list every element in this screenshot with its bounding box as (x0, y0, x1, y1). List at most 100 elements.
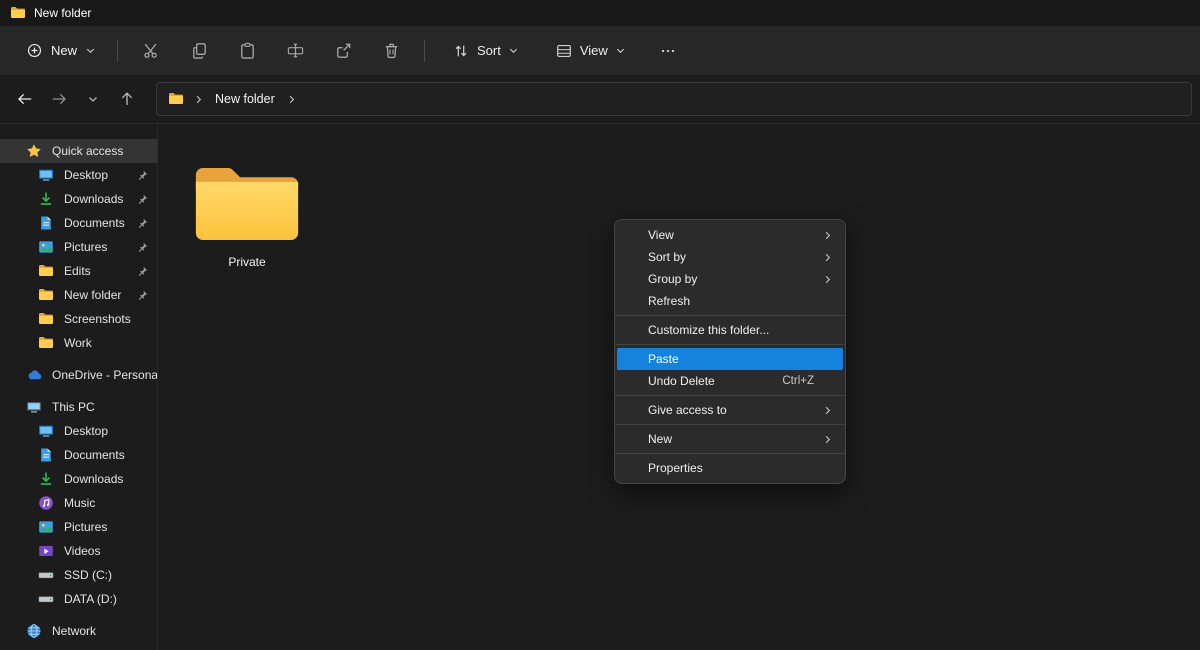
menu-item-label: Refresh (648, 294, 690, 308)
menu-item-customize-folder[interactable]: Customize this folder... (615, 319, 845, 341)
document-icon (38, 447, 54, 463)
share-icon (334, 41, 353, 60)
sidebar-item-documents-pinned[interactable]: Documents (0, 211, 157, 235)
forward-icon (50, 90, 68, 108)
menu-separator (615, 315, 845, 316)
sidebar-item-desktop-pinned[interactable]: Desktop (0, 163, 157, 187)
menu-item-label: Group by (648, 272, 697, 286)
sidebar-item-videos[interactable]: Videos (0, 539, 157, 563)
breadcrumb-folder-icon (168, 91, 184, 107)
pc-icon (26, 399, 42, 415)
sidebar-item-downloads-pinned[interactable]: Downloads (0, 187, 157, 211)
menu-item-label: Sort by (648, 250, 686, 264)
back-button[interactable] (10, 84, 40, 114)
new-button[interactable]: New (14, 34, 108, 67)
sidebar-item-quick-access[interactable]: Quick access (0, 139, 157, 163)
see-more-icon (659, 42, 677, 60)
copy-button[interactable] (179, 33, 219, 69)
paste-icon (238, 41, 257, 60)
delete-button[interactable] (371, 33, 411, 69)
delete-icon (382, 41, 401, 60)
download-icon (38, 471, 54, 487)
network-icon (26, 623, 42, 639)
breadcrumb-segment[interactable]: New folder (213, 90, 277, 108)
menu-separator (615, 395, 845, 396)
recent-locations-button[interactable] (78, 84, 108, 114)
window-folder-icon (10, 5, 26, 21)
chevron-right-icon (822, 230, 833, 241)
sidebar-item-screenshots[interactable]: Screenshots (0, 307, 157, 331)
menu-item-new[interactable]: New (615, 428, 845, 450)
see-more-button[interactable] (648, 33, 688, 69)
menu-item-label: Customize this folder... (648, 323, 769, 337)
view-icon (555, 42, 573, 60)
drive-icon (38, 567, 54, 583)
menu-item-give-access-to[interactable]: Give access to (615, 399, 845, 421)
pin-icon (137, 218, 148, 229)
sidebar-item-music[interactable]: Music (0, 491, 157, 515)
sidebar-item-pc-pictures[interactable]: Pictures (0, 515, 157, 539)
sidebar-item-new-folder-pinned[interactable]: New folder (0, 283, 157, 307)
chevron-right-icon (193, 94, 204, 105)
sidebar-item-onedrive[interactable]: OneDrive - Personal (0, 363, 157, 387)
pin-icon (137, 170, 148, 181)
sidebar-item-pc-documents[interactable]: Documents (0, 443, 157, 467)
cut-icon (142, 41, 161, 60)
chevron-right-icon (822, 434, 833, 445)
back-icon (16, 90, 34, 108)
sidebar-item-drive-c[interactable]: SSD (C:) (0, 563, 157, 587)
pin-icon (137, 242, 148, 253)
menu-item-group-by[interactable]: Group by (615, 268, 845, 290)
pin-icon (137, 194, 148, 205)
monitor-icon (38, 423, 54, 439)
address-bar[interactable]: New folder (156, 82, 1192, 116)
sidebar-item-work[interactable]: Work (0, 331, 157, 355)
paste-button[interactable] (227, 33, 267, 69)
command-bar: New Sort View (0, 26, 1200, 75)
chevron-down-icon (85, 45, 96, 56)
sidebar-item-drive-d[interactable]: DATA (D:) (0, 587, 157, 611)
menu-item-undo-delete[interactable]: Undo Delete Ctrl+Z (615, 370, 845, 392)
drive-icon (38, 591, 54, 607)
menu-item-sort-by[interactable]: Sort by (615, 246, 845, 268)
sidebar-item-pc-desktop[interactable]: Desktop (0, 419, 157, 443)
share-button[interactable] (323, 33, 363, 69)
sort-button[interactable]: Sort (441, 34, 530, 68)
chevron-down-icon (87, 93, 99, 105)
file-explorer-window: New folder New Sort (0, 0, 1200, 650)
picture-icon (38, 239, 54, 255)
chevron-right-icon (822, 252, 833, 263)
sidebar-item-network[interactable]: Network (0, 619, 157, 643)
chevron-right-icon (822, 405, 833, 416)
folder-icon-large (190, 161, 304, 247)
sidebar-item-this-pc[interactable]: This PC (0, 395, 157, 419)
menu-item-properties[interactable]: Properties (615, 457, 845, 479)
rename-button[interactable] (275, 33, 315, 69)
menu-item-view[interactable]: View (615, 224, 845, 246)
menu-item-label: New (648, 432, 672, 446)
sidebar-item-pictures-pinned[interactable]: Pictures (0, 235, 157, 259)
picture-icon (38, 519, 54, 535)
sidebar-item-edits-pinned[interactable]: Edits (0, 259, 157, 283)
chevron-down-icon (508, 45, 519, 56)
chevron-right-icon (822, 274, 833, 285)
cut-button[interactable] (131, 33, 171, 69)
plus-circle-icon (26, 42, 43, 59)
toolbar-separator (424, 40, 425, 62)
folder-icon (38, 335, 54, 351)
forward-button[interactable] (44, 84, 74, 114)
menu-separator (615, 453, 845, 454)
view-button[interactable]: View (544, 34, 637, 68)
rename-icon (286, 41, 305, 60)
menu-item-refresh[interactable]: Refresh (615, 290, 845, 312)
up-button[interactable] (112, 84, 142, 114)
folder-icon (38, 287, 54, 303)
sidebar-item-pc-downloads[interactable]: Downloads (0, 467, 157, 491)
star-icon (26, 143, 42, 159)
toolbar-separator (117, 40, 118, 62)
navigation-bar: New folder (0, 75, 1200, 124)
menu-item-paste[interactable]: Paste (617, 348, 843, 370)
sidebar: Quick access Desktop Downloads Documents… (0, 125, 158, 650)
monitor-icon (38, 167, 54, 183)
folder-item-private[interactable]: Private (190, 161, 304, 269)
